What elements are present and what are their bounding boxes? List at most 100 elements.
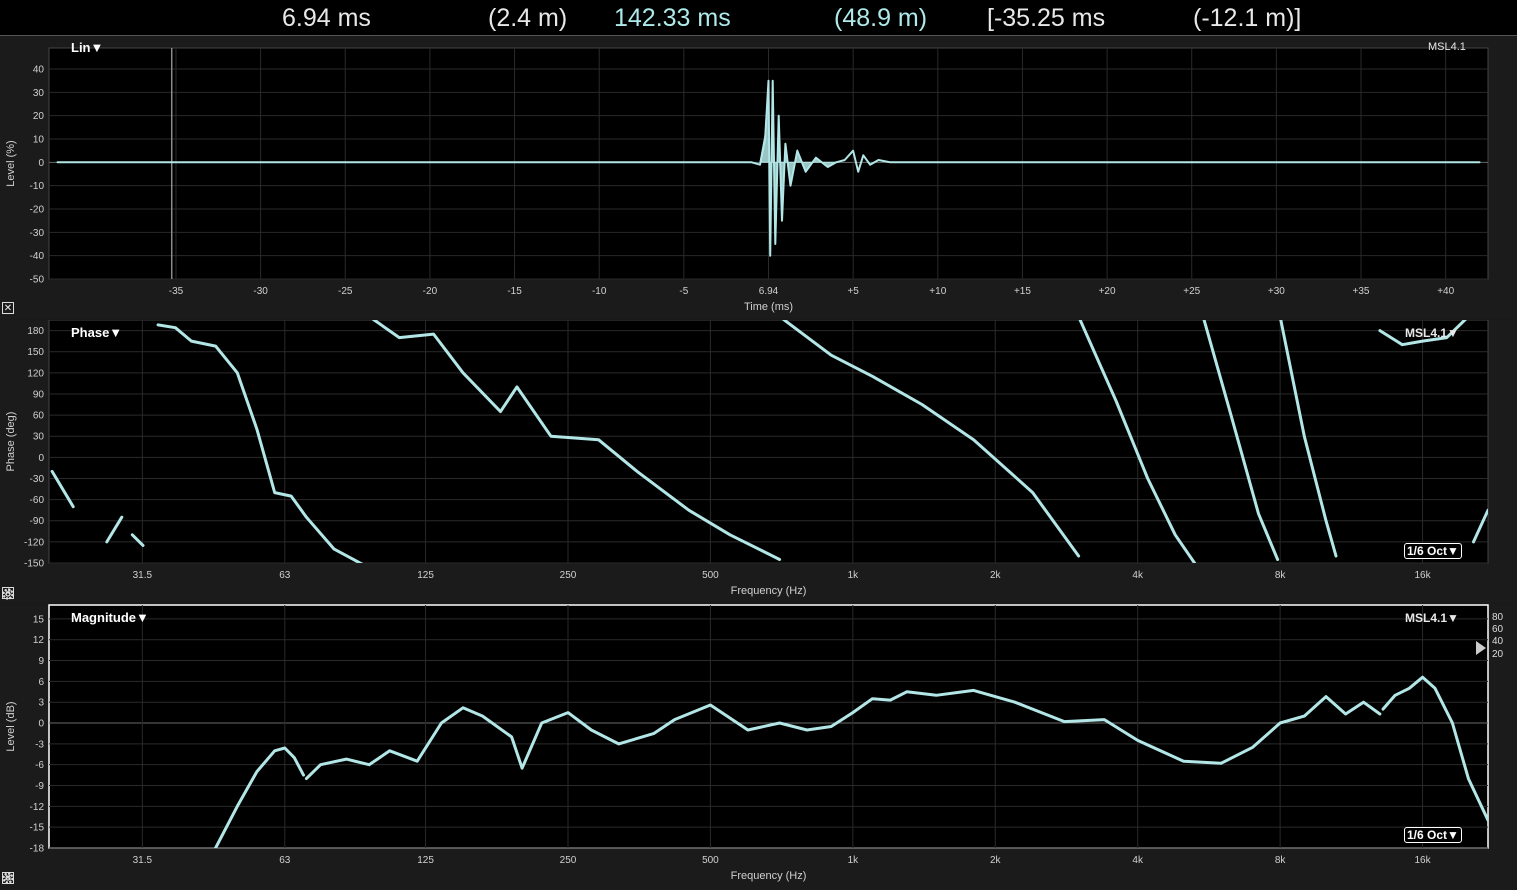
- y-tick-label: -20: [30, 205, 45, 216]
- y-tick-label: -120: [24, 537, 44, 548]
- x-tick-label: 8k: [1275, 855, 1287, 866]
- coherence-scale-handle[interactable]: [1476, 641, 1486, 655]
- y-axis-label: Phase (deg): [5, 412, 17, 472]
- x-tick-label: 4k: [1132, 570, 1144, 581]
- x-tick-label: +30: [1268, 286, 1285, 297]
- phase-smoothing-menu[interactable]: 1/6 Oct▼: [1404, 543, 1462, 559]
- x-axis-label: Frequency (Hz): [731, 585, 807, 597]
- y-tick-label: 90: [33, 389, 45, 400]
- x-axis-label: Time (ms): [744, 301, 793, 313]
- impulse-response-panel: 40 30 20 10 0 -10 -20 -30 -40 -50 -35 -30 -25 -20 -15 -…: [0, 36, 1517, 319]
- x-tick-label: -30: [253, 286, 268, 297]
- x-tick-label: +25: [1183, 286, 1200, 297]
- y-tick-label: 15: [33, 614, 45, 625]
- magnitude-panel: 15 12 9 6 3 0 -3 -6 -9 -12 -15 -18 31.5 63 125 250 500 1k…: [0, 604, 1517, 890]
- cursor-distance-readout: (-12.1 m)]: [1193, 4, 1302, 32]
- y-tick-label: -150: [24, 559, 44, 570]
- x-tick-label: 500: [702, 570, 719, 581]
- absolute-distance-readout: (48.9 m): [834, 4, 928, 32]
- y-tick-label: -12: [30, 802, 45, 813]
- gear-icon[interactable]: [0, 870, 16, 886]
- x-tick-label: 63: [279, 570, 291, 581]
- y-tick-label: 12: [33, 635, 45, 646]
- impulse-device-label: MSL4.1: [1428, 41, 1466, 53]
- plot-area: [48, 320, 1489, 564]
- y-tick-label: -30: [30, 228, 45, 239]
- delay-time-readout: 6.94 ms: [282, 4, 371, 32]
- x-tick-label: -35: [169, 286, 184, 297]
- y-tick-label: 40: [33, 65, 45, 76]
- x-axis-label: Frequency (Hz): [731, 870, 807, 882]
- magnitude-smoothing-menu[interactable]: 1/6 Oct▼: [1404, 827, 1462, 843]
- impulse-mode-menu[interactable]: Lin▼: [71, 40, 103, 55]
- coherence-scale-20: 20: [1492, 649, 1504, 660]
- x-tick-label: 16k: [1415, 855, 1432, 866]
- coherence-scale-40: 40: [1492, 636, 1504, 647]
- x-tick-label: 31.5: [133, 570, 153, 581]
- y-tick-label: 60: [33, 411, 45, 422]
- y-axis-label: Level (%): [5, 140, 17, 186]
- impulse-response-chart[interactable]: 40 30 20 10 0 -10 -20 -30 -40 -50 -35 -30 -25 -20 -15 -…: [0, 36, 1517, 319]
- y-tick-label: 30: [33, 88, 45, 99]
- x-tick-label: -20: [423, 286, 438, 297]
- x-tick-label: -10: [592, 286, 607, 297]
- x-tick-label: 31.5: [133, 855, 153, 866]
- x-tick-label: 2k: [990, 570, 1002, 581]
- y-tick-label: 120: [27, 368, 44, 379]
- coherence-scale-80: 80: [1492, 612, 1504, 623]
- y-tick-label: 180: [27, 326, 44, 337]
- x-tick-label: 125: [417, 570, 434, 581]
- delay-distance-readout: (2.4 m): [488, 4, 568, 32]
- x-tick-label: +10: [929, 286, 946, 297]
- y-tick-label: -3: [35, 739, 44, 750]
- x-tick-label: 63: [279, 855, 291, 866]
- x-tick-label: -5: [679, 286, 688, 297]
- y-tick-label: 0: [38, 158, 44, 169]
- x-tick-label: 250: [560, 570, 577, 581]
- y-tick-label: 10: [33, 135, 45, 146]
- x-tick-label: +40: [1437, 286, 1454, 297]
- y-tick-label: 0: [38, 453, 44, 464]
- y-tick-label: -50: [30, 275, 45, 286]
- x-tick-label: -15: [507, 286, 522, 297]
- delay-readout-bar: 6.94 ms (2.4 m) 142.33 ms (48.9 m) [-35.…: [0, 0, 1517, 36]
- y-tick-label: -40: [30, 251, 45, 262]
- close-icon[interactable]: ✕: [2, 302, 14, 314]
- x-tick-label: 250: [560, 855, 577, 866]
- x-tick-label: 6.94: [759, 286, 779, 297]
- y-tick-label: -9: [35, 781, 44, 792]
- y-tick-label: 0: [38, 719, 44, 730]
- y-axis-label: Level (dB): [5, 701, 17, 751]
- phase-chart[interactable]: 180 150 120 90 60 30 0 -30 -60 -90 -120 -150 31.5 63 1…: [0, 320, 1517, 603]
- y-tick-label: -30: [30, 474, 45, 485]
- x-tick-label: +5: [847, 286, 859, 297]
- x-tick-label: 4k: [1132, 855, 1144, 866]
- absolute-time-readout: 142.33 ms: [614, 4, 731, 32]
- x-tick-label: 2k: [990, 855, 1002, 866]
- x-tick-label: 500: [702, 855, 719, 866]
- y-tick-label: -90: [30, 516, 45, 527]
- y-tick-label: 9: [38, 656, 44, 667]
- x-tick-label: 125: [417, 855, 434, 866]
- coherence-scale-60: 60: [1492, 624, 1504, 635]
- x-tick-label: 1k: [848, 570, 860, 581]
- y-tick-label: 20: [33, 111, 45, 122]
- magnitude-mode-menu[interactable]: Magnitude▼: [71, 610, 149, 625]
- y-tick-label: 3: [38, 698, 44, 709]
- y-tick-label: 6: [38, 677, 44, 688]
- y-tick-label: -6: [35, 760, 44, 771]
- y-tick-label: -60: [30, 495, 45, 506]
- magnitude-chart[interactable]: 15129630-3-6-9-12-15-1831.5 63 125 250 500 1k…: [0, 604, 1517, 890]
- magnitude-device-menu[interactable]: MSL4.1▼: [1405, 611, 1459, 625]
- x-tick-label: +35: [1353, 286, 1370, 297]
- phase-panel: 180 150 120 90 60 30 0 -30 -60 -90 -120 -150 31.5 63 1…: [0, 320, 1517, 603]
- x-tick-label: 16k: [1415, 570, 1432, 581]
- y-tick-label: 30: [33, 432, 45, 443]
- gear-icon[interactable]: [0, 586, 16, 602]
- x-tick-label: 8k: [1275, 570, 1287, 581]
- x-tick-label: 1k: [848, 855, 860, 866]
- cursor-time-readout: [-35.25 ms: [987, 4, 1106, 32]
- x-tick-label: +15: [1014, 286, 1031, 297]
- phase-device-menu[interactable]: MSL4.1▼: [1405, 326, 1459, 340]
- phase-mode-menu[interactable]: Phase▼: [71, 325, 122, 340]
